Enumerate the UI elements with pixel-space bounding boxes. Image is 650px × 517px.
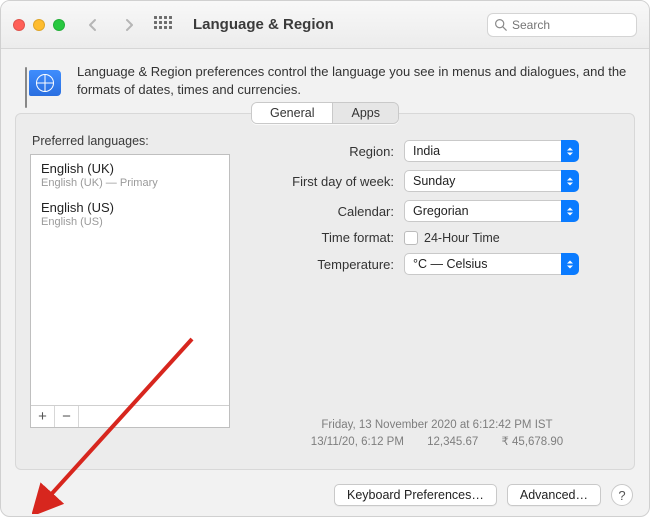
remove-language-button[interactable]: − (55, 406, 79, 427)
first-day-select[interactable]: Sunday (404, 170, 579, 192)
close-window-button[interactable] (13, 19, 25, 31)
footer-buttons: Keyboard Preferences… Advanced… ? (1, 480, 649, 516)
minimize-window-button[interactable] (33, 19, 45, 31)
preferences-window: Language & Region Language & Region pref… (0, 0, 650, 517)
description-text: Language & Region preferences control th… (77, 63, 627, 98)
tab-apps[interactable]: Apps (332, 103, 398, 123)
back-button[interactable] (79, 13, 107, 37)
main-pane: General Apps Preferred languages: Englis… (15, 113, 635, 470)
updown-icon (561, 140, 579, 162)
updown-icon (561, 170, 579, 192)
help-button[interactable]: ? (611, 484, 633, 506)
forward-button[interactable] (115, 13, 143, 37)
show-all-icon[interactable] (153, 15, 173, 35)
language-subtext: English (UK) — Primary (41, 177, 219, 189)
preferred-languages-label: Preferred languages: (32, 134, 230, 148)
calendar-label: Calendar: (254, 204, 394, 219)
region-select[interactable]: India (404, 140, 579, 162)
zoom-window-button[interactable] (53, 19, 65, 31)
time-format-label: Time format: (254, 230, 394, 245)
format-examples: Friday, 13 November 2020 at 6:12:42 PM I… (254, 417, 620, 452)
24hour-checkbox[interactable] (404, 231, 418, 245)
search-field[interactable] (487, 13, 637, 37)
tab-bar: General Apps (251, 102, 399, 124)
language-item[interactable]: English (US) English (US) (31, 194, 229, 233)
preferred-languages-section: Preferred languages: English (UK) Englis… (30, 132, 230, 455)
window-controls (13, 19, 65, 31)
language-name: English (UK) (41, 161, 219, 176)
language-subtext: English (US) (41, 216, 219, 228)
search-icon (494, 18, 507, 31)
plus-icon: + (38, 408, 47, 425)
advanced-button[interactable]: Advanced… (507, 484, 601, 506)
region-settings: Region: India First day of week: Sunday … (254, 132, 620, 455)
24hour-label: 24-Hour Time (424, 231, 500, 245)
language-region-icon (23, 63, 63, 103)
tab-general[interactable]: General (252, 103, 332, 123)
updown-icon (561, 200, 579, 222)
languages-list: English (UK) English (UK) — Primary Engl… (30, 154, 230, 428)
keyboard-preferences-button[interactable]: Keyboard Preferences… (334, 484, 497, 506)
languages-list-footer: + − (31, 405, 229, 427)
language-name: English (US) (41, 200, 219, 215)
minus-icon: − (62, 408, 71, 425)
calendar-select[interactable]: Gregorian (404, 200, 579, 222)
temperature-select[interactable]: °C — Celsius (404, 253, 579, 275)
first-day-label: First day of week: (254, 174, 394, 189)
region-label: Region: (254, 144, 394, 159)
titlebar: Language & Region (1, 1, 649, 49)
page-title: Language & Region (193, 16, 334, 33)
updown-icon (561, 253, 579, 275)
temperature-label: Temperature: (254, 257, 394, 272)
add-language-button[interactable]: + (31, 406, 55, 427)
search-input[interactable] (512, 18, 630, 32)
language-item[interactable]: English (UK) English (UK) — Primary (31, 155, 229, 194)
